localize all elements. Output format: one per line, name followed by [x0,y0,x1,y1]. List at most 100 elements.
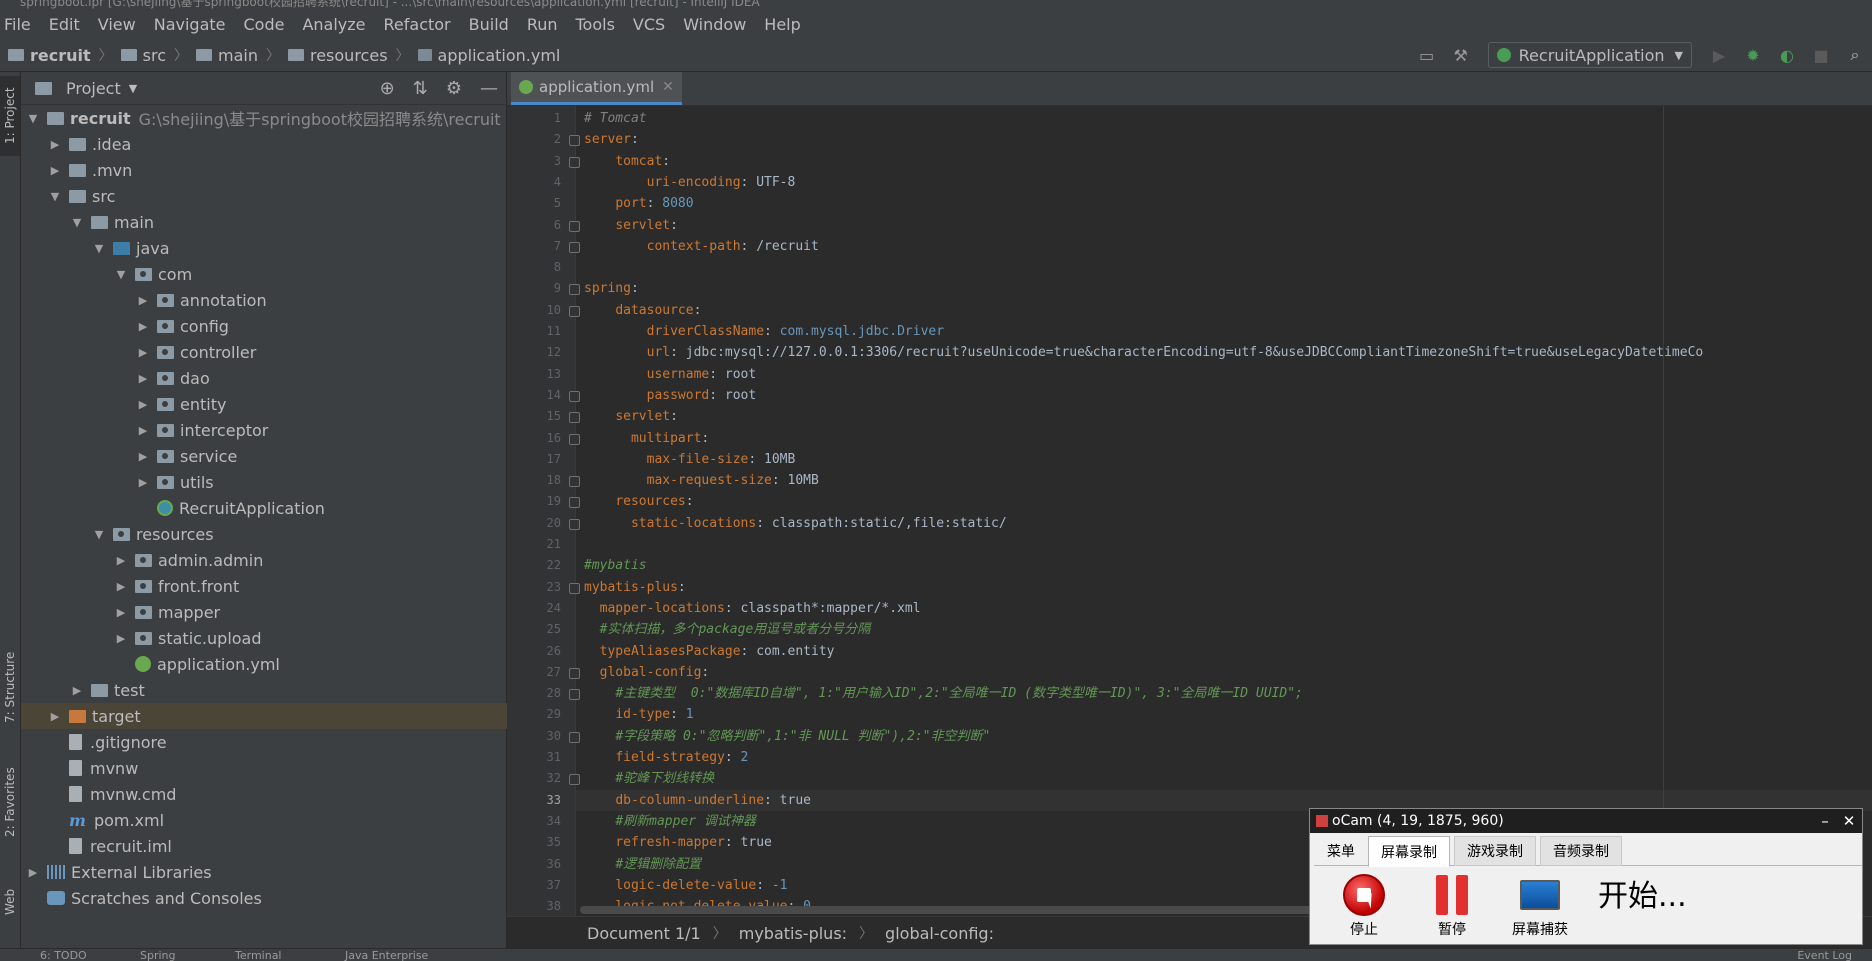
layout-icon[interactable]: ▭ [1417,45,1437,65]
menu-help[interactable]: Help [755,15,809,34]
tree-item-pom[interactable]: m pom.xml [21,807,554,833]
close-icon[interactable]: ✕ [662,79,674,95]
menu-run[interactable]: Run [518,15,567,34]
menu-window[interactable]: Window [674,15,755,34]
tree-item-target[interactable]: ▶ target [21,703,532,729]
coverage-icon[interactable]: ◐ [1777,45,1797,65]
code-line[interactable]: global-config: [584,662,710,683]
tab-structure[interactable]: 7: Structure [0,632,20,742]
code-line[interactable]: context-path: /recruit [584,236,819,257]
tree-item-idea[interactable]: ▶ .idea [21,131,532,157]
code-line[interactable]: #主键类型 0:"数据库ID自增", 1:"用户输入ID",2:"全局唯一ID … [584,683,1303,704]
horizontal-scrollbar[interactable] [580,906,1315,914]
code-line[interactable]: field-strategy: 2 [584,747,748,768]
code-line[interactable]: spring: [584,278,639,299]
debug-icon[interactable]: ✹ [1743,45,1763,65]
minimize-icon[interactable]: – [1814,809,1836,833]
code-line[interactable]: url: jdbc:mysql://127.0.0.1:3306/recruit… [584,342,1704,363]
menu-vcs[interactable]: VCS [624,15,674,34]
fold-marker-icon[interactable] [569,582,580,594]
menu-analyze[interactable]: Analyze [293,15,374,34]
ocam-tab-game-record[interactable]: 游戏录制 [1454,836,1536,866]
run-icon[interactable]: ▶ [1709,45,1729,65]
hide-icon[interactable]: — [480,78,498,99]
code-line[interactable]: multipart: [584,428,709,449]
tab-terminal[interactable]: Terminal [235,949,282,961]
code-line[interactable]: mybatis-plus: [584,577,686,598]
tree-item-main[interactable]: ▼ main [21,209,554,235]
code-line[interactable]: servlet: [584,215,678,236]
code-line[interactable]: #刷新mapper 调试神器 [584,811,756,832]
code-line[interactable]: server: [584,129,639,150]
fold-marker-icon[interactable] [569,412,580,424]
ocam-tab-menu[interactable]: 菜单 [1314,836,1368,866]
code-line[interactable]: static-locations: classpath:static/,file… [584,513,1007,534]
code-line[interactable]: uri-encoding: UTF-8 [584,172,796,193]
ocam-tab-screen-record[interactable]: 屏幕录制 [1368,836,1450,867]
code-line[interactable]: #逻辑删除配置 [584,854,701,875]
code-line[interactable]: mapper-locations: classpath*:mapper/*.xm… [584,598,921,619]
menu-tools[interactable]: Tools [567,15,624,34]
close-icon[interactable]: ✕ [1838,809,1860,833]
code-line[interactable]: max-request-size: 10MB [584,470,819,491]
fold-marker-icon[interactable] [569,433,580,445]
ocam-tab-audio-record[interactable]: 音频录制 [1540,836,1622,866]
code-line[interactable]: #实体扫描，多个package用逗号或者分号分隔 [584,619,871,640]
breadcrumb-recruit[interactable]: recruit 〉 [0,45,113,65]
code-line[interactable]: #驼峰下划线转换 [584,768,714,789]
fold-marker-icon[interactable] [569,689,580,701]
tab-favorites[interactable]: 2: Favorites [0,752,20,852]
ocam-pause-button[interactable]: 暂停 [1422,873,1482,939]
fold-marker-icon[interactable] [569,731,580,743]
ocam-capture-button[interactable]: 屏幕捕获 [1510,873,1570,939]
tree-item-src[interactable]: ▼ src [21,183,532,209]
code-line[interactable]: logic-delete-value: -1 [584,875,787,896]
crumb-mybatis-plus[interactable]: mybatis-plus: [739,924,847,943]
fold-marker-icon[interactable] [569,220,580,232]
code-line[interactable]: #mybatis [584,555,647,576]
fold-marker-icon[interactable] [569,156,580,168]
fold-marker-icon[interactable] [569,390,580,402]
menu-edit[interactable]: Edit [40,15,89,34]
code-line[interactable]: port: 8080 [584,193,693,214]
code-line[interactable]: servlet: [584,406,678,427]
ocam-stop-button[interactable]: 停止 [1334,873,1394,939]
code-line[interactable]: typeAliasesPackage: com.entity [584,641,835,662]
menu-build[interactable]: Build [460,15,518,34]
tab-todo[interactable]: 6: TODO [40,949,87,961]
crumb-global-config[interactable]: global-config: [885,924,994,943]
code-line[interactable]: #字段策略 0:"忽略判断",1:"非 NULL 判断"),2:"非空判断" [584,726,990,747]
tab-event-log[interactable]: Event Log [1797,949,1852,961]
menu-file[interactable]: File [0,15,40,34]
code-line[interactable]: max-file-size: 10MB [584,449,796,470]
code-line[interactable]: id-type: 1 [584,704,693,725]
tree-item-java[interactable]: ▼ java [21,235,576,261]
code-line[interactable]: # Tomcat [584,108,647,129]
tree-item-gitignore[interactable]: .gitignore [21,729,554,755]
project-view-select[interactable]: Project ▼ [35,79,137,98]
code-line[interactable]: driverClassName: com.mysql.jdbc.Driver [584,321,944,342]
menu-refactor[interactable]: Refactor [375,15,460,34]
tab-project[interactable]: 1: Project [0,76,20,156]
menu-view[interactable]: View [89,15,145,34]
fold-marker-icon[interactable] [569,305,580,317]
fold-marker-icon[interactable] [569,476,580,488]
gear-icon[interactable]: ⚙ [446,78,462,99]
tree-item-mvn[interactable]: ▶ .mvn [21,157,532,183]
code-line[interactable]: resources: [584,491,693,512]
fold-marker-icon[interactable] [569,667,580,679]
breadcrumb-main[interactable]: main 〉 [188,45,280,65]
run-configuration-select[interactable]: RecruitApplication ▼ [1487,42,1692,68]
build-hammer-icon[interactable]: ⚒ [1451,45,1471,65]
fold-marker-icon[interactable] [569,241,580,253]
fold-marker-icon[interactable] [569,497,580,509]
tree-item-scratches[interactable]: Scratches and Consoles [21,885,532,911]
breadcrumb-file[interactable]: application.yml [410,46,560,65]
locate-icon[interactable]: ⊕ [380,78,395,99]
code-line[interactable]: password: root [584,385,757,406]
fold-marker-icon[interactable] [569,518,580,530]
stop-icon[interactable]: ■ [1811,45,1831,65]
tree-item-recruit[interactable]: ▼ recruit G:\shejiing\基于springboot校园招聘系统\r… [21,105,510,131]
code-editor[interactable]: # Tomcat server: tomcat: uri-encoding: UT… [576,106,1872,916]
tree-item-external-libraries[interactable]: ▶ External Libraries [21,859,510,885]
